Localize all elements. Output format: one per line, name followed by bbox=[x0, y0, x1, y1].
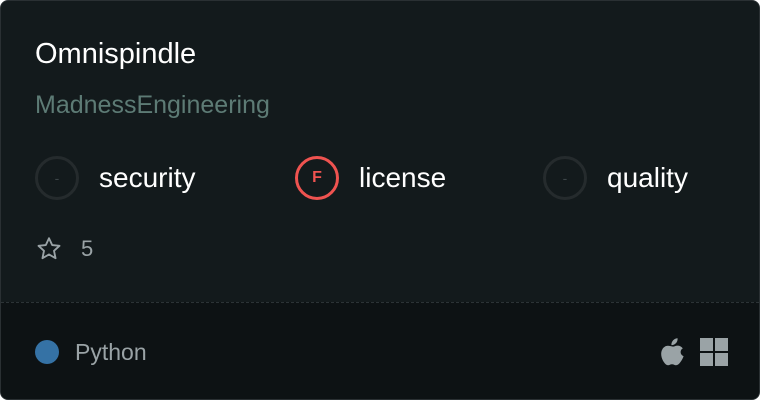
star-count: 5 bbox=[81, 236, 94, 261]
license-grade-badge: F bbox=[295, 156, 339, 200]
security-grade-badge: - bbox=[35, 156, 79, 200]
quality-score: - quality bbox=[543, 154, 688, 202]
repo-name[interactable]: Omnispindle bbox=[35, 35, 196, 73]
quality-label: quality bbox=[607, 162, 688, 193]
card-footer: Python bbox=[1, 302, 759, 399]
windows-icon bbox=[700, 338, 728, 366]
license-label: license bbox=[359, 162, 447, 193]
repo-card[interactable]: Omnispindle MadnessEngineering - securit… bbox=[0, 0, 760, 400]
license-score: F license bbox=[295, 154, 446, 202]
security-label: security bbox=[99, 162, 196, 193]
language: Python bbox=[35, 337, 147, 367]
language-color-dot bbox=[35, 340, 59, 364]
star-icon bbox=[35, 235, 63, 263]
repo-owner[interactable]: MadnessEngineering bbox=[35, 88, 270, 122]
security-score: - security bbox=[35, 154, 195, 202]
apple-icon bbox=[660, 337, 686, 367]
quality-grade-badge: - bbox=[543, 156, 587, 200]
stars: 5 bbox=[35, 235, 93, 263]
language-name: Python bbox=[75, 338, 147, 365]
platforms bbox=[660, 337, 728, 367]
